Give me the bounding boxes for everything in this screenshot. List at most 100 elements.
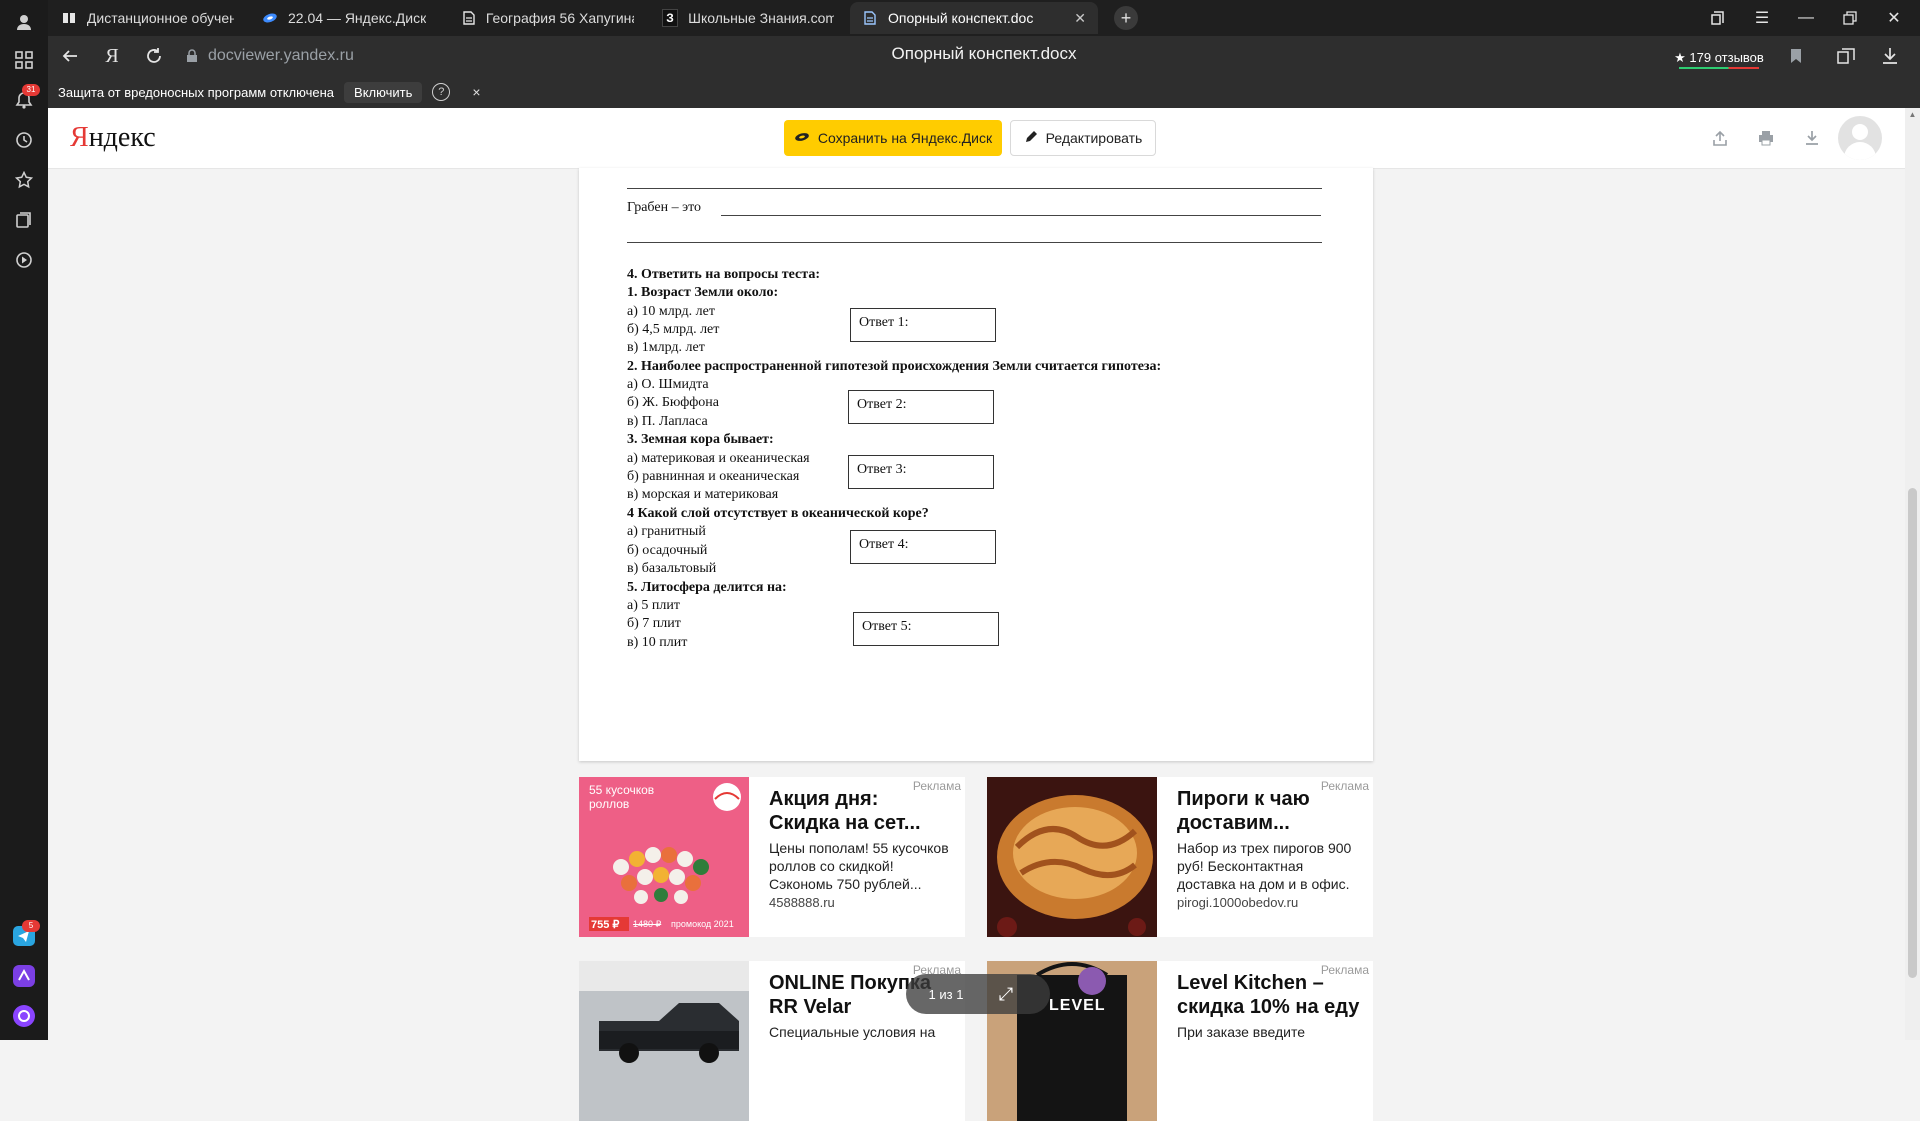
- restore-window-icon[interactable]: [1838, 6, 1862, 30]
- save-to-disk-button[interactable]: Сохранить на Яндекс.Диск: [784, 120, 1002, 156]
- answer-box-5: Ответ 5:: [853, 612, 999, 646]
- back-arrow-icon[interactable]: [58, 44, 82, 68]
- address-bar[interactable]: docviewer.yandex.ru: [184, 44, 354, 68]
- browser-menu-icon[interactable]: ☰: [1750, 6, 1774, 30]
- tab-label: 22.04 — Яндекс.Диск: [288, 10, 427, 26]
- ad-title[interactable]: Акция дня: Скидка на сет...: [769, 787, 954, 835]
- enable-protection-button[interactable]: Включить: [344, 81, 423, 103]
- logo-text: ндекс: [88, 122, 156, 153]
- browser-sidebar: 31 5: [0, 0, 48, 1040]
- video-play-icon[interactable]: [12, 248, 36, 272]
- disk-icon: [794, 130, 810, 146]
- notifications-badge: 31: [22, 84, 40, 96]
- notifications-bell-icon[interactable]: 31: [12, 84, 40, 112]
- tab-label: Дистанционное обучени: [86, 10, 234, 26]
- messenger-icon[interactable]: 5: [12, 920, 40, 948]
- tab-yandex-disk[interactable]: 22.04 — Яндекс.Диск: [250, 2, 446, 34]
- scroll-up-icon[interactable]: ▲: [1908, 110, 1917, 120]
- question-4: 4 Какой слой отсутствует в океанической …: [627, 506, 929, 521]
- pie-ad-image: [987, 777, 1157, 937]
- answer-line: [627, 188, 1322, 189]
- option: б) равнинная и океаническая: [627, 469, 800, 484]
- option: а) 10 млрд. лет: [627, 304, 715, 319]
- user-avatar[interactable]: [1838, 116, 1882, 160]
- answer-box-1: Ответ 1:: [850, 308, 996, 342]
- option: б) Ж. Бюффона: [627, 395, 720, 410]
- history-clock-icon[interactable]: [12, 128, 36, 152]
- ad-description: Специальные условия на: [769, 1024, 936, 1040]
- tab-close-icon[interactable]: ✕: [1074, 10, 1086, 27]
- download-icon[interactable]: [1802, 128, 1822, 148]
- answer-box-4: Ответ 4:: [850, 530, 996, 564]
- tab-label: Опорный конспект.doc: [888, 10, 1034, 26]
- ad-domain[interactable]: pirogi.1000obedov.ru: [1177, 895, 1362, 910]
- downloads-icon[interactable]: [1878, 44, 1902, 68]
- fullscreen-expand-icon[interactable]: ⤢: [986, 984, 1026, 1005]
- security-warning-bar: Защита от вредоносных программ отключена…: [48, 76, 1920, 108]
- document-page: Грабен – это 4. Ответить на вопросы тест…: [579, 168, 1373, 761]
- option: а) О. Шмидта: [627, 377, 709, 392]
- reload-icon[interactable]: [142, 44, 166, 68]
- docviewer-header: Яндекс Сохранить на Яндекс.Диск Редактир…: [48, 108, 1920, 169]
- alice-app-icon[interactable]: [12, 964, 36, 988]
- lock-icon[interactable]: [184, 48, 200, 64]
- tab-distance-learning[interactable]: Дистанционное обучени: [50, 2, 246, 34]
- ad-title[interactable]: Level Kitchen – скидка 10% на еду: [1177, 971, 1362, 1019]
- close-window-icon[interactable]: ✕: [1882, 6, 1906, 30]
- option: в) морская и материковая: [627, 487, 779, 502]
- document-icon: [462, 10, 476, 26]
- book-icon: [62, 10, 77, 26]
- alice-assistant-icon[interactable]: [12, 1004, 36, 1028]
- option: б) осадочный: [627, 543, 708, 558]
- disk-icon: [262, 10, 278, 26]
- ad-card-sushi[interactable]: 55 кусочков роллов 755 ₽ 1480 ₽ промокод…: [579, 777, 965, 937]
- ad-image-price: 755 ₽: [591, 919, 620, 931]
- tab-znanija[interactable]: З Школьные Знания.com - I: [650, 2, 846, 34]
- share-icon[interactable]: [1710, 128, 1730, 148]
- ad-description: При заказе введите: [1177, 1024, 1305, 1040]
- apps-grid-icon[interactable]: [12, 48, 36, 72]
- tab-strip: Дистанционное обучени 22.04 — Яндекс.Дис…: [48, 0, 1920, 36]
- logo-letter: Я: [70, 122, 89, 153]
- answer-line: [627, 242, 1322, 243]
- bookmarks-star-icon[interactable]: [12, 168, 36, 192]
- print-icon[interactable]: [1756, 128, 1776, 148]
- znanija-icon: З: [662, 9, 679, 27]
- minimize-icon[interactable]: —: [1794, 6, 1818, 30]
- tab-label: Школьные Знания.com - I: [688, 10, 834, 26]
- answer-box-2: Ответ 2:: [848, 390, 994, 424]
- close-icon[interactable]: ×: [472, 84, 480, 100]
- tab-label: География 56 Хапугина П.: [485, 10, 634, 26]
- edit-button[interactable]: Редактировать: [1010, 120, 1156, 156]
- ad-domain[interactable]: 4588888.ru: [769, 895, 954, 910]
- help-icon[interactable]: ?: [432, 83, 451, 101]
- collections-toolbar-icon[interactable]: [1834, 44, 1858, 68]
- question-2: 2. Наиболее распространенной гипотезой п…: [627, 359, 1162, 374]
- security-message: Защита от вредоносных программ отключена: [58, 84, 335, 100]
- question-1: 1. Возраст Земли около:: [627, 285, 779, 300]
- bookmark-icon[interactable]: [1784, 44, 1808, 68]
- question-3: 3. Земная кора бывает:: [627, 432, 774, 447]
- profile-icon[interactable]: [12, 10, 36, 34]
- reviews-text: ★ 179 отзывов: [1674, 50, 1764, 65]
- ad-card-pies[interactable]: Реклама Пироги к чаю доставим... Набор и…: [987, 777, 1373, 937]
- ad-description: Цены пополам! 55 кусочков роллов со скид…: [769, 840, 949, 892]
- option: б) 7 плит: [627, 616, 681, 631]
- page-counter: 1 из 1: [928, 986, 964, 1002]
- option: в) 10 плит: [627, 635, 688, 650]
- option: а) гранитный: [627, 524, 706, 539]
- collections-icon[interactable]: [12, 208, 36, 232]
- new-tab-button[interactable]: +: [1114, 6, 1138, 30]
- sushi-ad-image: 55 кусочков роллов 755 ₽ 1480 ₽ промокод…: [579, 777, 749, 937]
- option: а) 5 плит: [627, 598, 680, 613]
- yandex-logo[interactable]: Яндекс: [70, 122, 156, 154]
- tab-manager-icon[interactable]: [1706, 6, 1730, 30]
- ad-title[interactable]: Пироги к чаю доставим...: [1177, 787, 1362, 835]
- tab-geography[interactable]: География 56 Хапугина П.: [450, 2, 646, 34]
- page-scrollbar[interactable]: ▲: [1905, 108, 1920, 1040]
- yandex-home-icon[interactable]: Я: [100, 44, 124, 68]
- scroll-thumb[interactable]: [1908, 488, 1917, 978]
- tab-opornyi-konspekt[interactable]: Опорный конспект.doc ✕: [850, 2, 1098, 34]
- save-label: Сохранить на Яндекс.Диск: [817, 130, 993, 146]
- reviews-badge[interactable]: ★ 179 отзывов: [1669, 44, 1769, 72]
